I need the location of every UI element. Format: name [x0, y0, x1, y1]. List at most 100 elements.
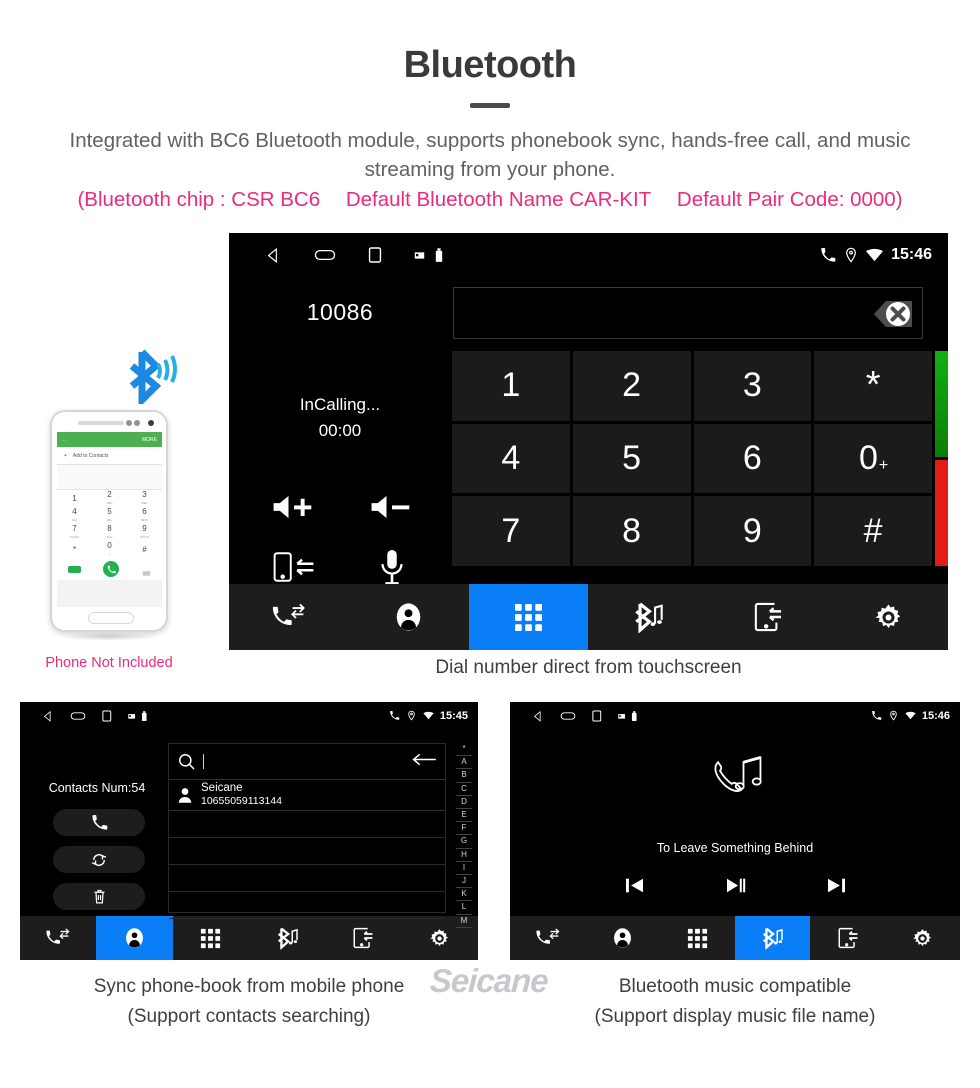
spec-name: Default Bluetooth Name CAR-KIT	[345, 188, 652, 211]
phone-add-label: Add to Contacts	[72, 452, 109, 459]
key-6[interactable]: 6	[693, 423, 812, 494]
alpha-index-item[interactable]: D	[456, 796, 472, 810]
nav-contacts[interactable]	[585, 916, 660, 960]
recents-square-icon[interactable]	[368, 246, 382, 264]
nav-call-log[interactable]	[229, 584, 349, 650]
alpha-index-item[interactable]: J	[456, 875, 472, 889]
list-item[interactable]	[169, 892, 445, 919]
nav-sync[interactable]	[708, 584, 828, 650]
key-label: 4	[501, 438, 521, 477]
key-hash[interactable]: #	[814, 496, 932, 566]
alpha-index-item[interactable]: M	[456, 915, 472, 928]
key-star[interactable]: *	[814, 351, 932, 421]
transfer-audio-button[interactable]	[273, 550, 315, 584]
back-triangle-icon[interactable]	[532, 709, 544, 721]
nav-bt-music[interactable]	[249, 916, 325, 960]
delete-contacts-button[interactable]	[53, 883, 145, 910]
key-7[interactable]: 7	[452, 496, 570, 566]
back-arrow-icon[interactable]	[412, 752, 436, 771]
key-0[interactable]: 0 +	[814, 423, 932, 494]
contact-info: Seicane 10655059113144	[201, 782, 282, 808]
key-9[interactable]: 9	[693, 496, 812, 566]
key-3[interactable]: 3	[693, 351, 812, 421]
volume-up-button[interactable]	[272, 493, 316, 521]
nav-settings[interactable]	[828, 584, 948, 650]
phone-screen: ← MORE + Add to Contacts 1 2 ABC 3 DEF 4 GHI 5 J…	[57, 432, 162, 607]
key-superscript: +	[878, 457, 889, 475]
backspace-delete-icon[interactable]	[844, 292, 918, 336]
alpha-index-item[interactable]: F	[456, 822, 472, 836]
play-pause-button[interactable]	[725, 877, 746, 899]
back-triangle-icon[interactable]	[265, 247, 282, 264]
list-item[interactable]	[169, 811, 445, 838]
nav-keypad[interactable]	[660, 916, 735, 960]
back-triangle-icon[interactable]	[42, 709, 54, 721]
phone-key-digit: 3	[142, 489, 147, 499]
dial-keypad[interactable]: 1 2 3 * 4 5 6 0 + 7 8 9 #	[452, 351, 932, 566]
recents-square-icon[interactable]	[102, 709, 112, 722]
phone-key-digit: 0	[107, 540, 112, 550]
list-item[interactable]	[169, 865, 445, 892]
alpha-index-item[interactable]: L	[456, 901, 472, 915]
volume-down-button[interactable]	[370, 493, 414, 521]
key-4[interactable]: 4	[452, 423, 570, 494]
music-caption-line2: (Support display music file name)	[594, 1006, 876, 1027]
call-button[interactable]	[935, 351, 948, 457]
home-oval-icon[interactable]	[70, 710, 86, 720]
nav-sync[interactable]	[810, 916, 885, 960]
alpha-index-item[interactable]: H	[456, 849, 472, 862]
alpha-index-item[interactable]: *	[456, 743, 472, 757]
nav-bt-music[interactable]	[735, 916, 810, 960]
alpha-index-item[interactable]: G	[456, 835, 472, 849]
nav-call-log[interactable]	[510, 916, 585, 960]
alpha-index-item[interactable]: C	[456, 783, 472, 796]
contact-person-icon	[395, 602, 422, 632]
nav-keypad[interactable]	[173, 916, 249, 960]
bottom-navigation-bar-contacts[interactable]	[20, 916, 478, 960]
nav-call-log[interactable]	[20, 916, 96, 960]
alpha-index-item[interactable]: A	[456, 756, 472, 770]
nav-sync[interactable]	[325, 916, 401, 960]
number-input-field[interactable]	[453, 287, 923, 339]
contact-number: 10655059113144	[201, 795, 282, 807]
phone-front-camera	[148, 420, 154, 426]
bottom-navigation-bar[interactable]	[229, 584, 948, 650]
alpha-index-item[interactable]: I	[456, 862, 472, 876]
phone-key-letters: WXYZ	[140, 534, 149, 539]
nav-contacts[interactable]	[349, 584, 469, 650]
phone-key-#: #	[127, 541, 162, 558]
phone-key-letters: DEF	[141, 500, 148, 505]
key-2[interactable]: 2	[572, 351, 691, 421]
next-track-button[interactable]	[826, 877, 847, 899]
list-item[interactable]	[169, 838, 445, 865]
call-log-icon	[272, 602, 306, 632]
phone-key-letters: TUV	[106, 534, 113, 539]
bottom-navigation-bar-music[interactable]	[510, 916, 960, 960]
phone-not-included-note: Phone Not Included	[45, 655, 173, 671]
home-oval-icon[interactable]	[314, 248, 336, 262]
dial-contact-button[interactable]	[53, 809, 145, 836]
alpha-index-item[interactable]: B	[456, 769, 472, 783]
alpha-index-item[interactable]: K	[456, 888, 472, 902]
search-input-row[interactable]	[169, 744, 445, 780]
phone-key-digit: 7	[72, 523, 77, 533]
nav-bt-music[interactable]	[588, 584, 708, 650]
nav-settings[interactable]	[885, 916, 960, 960]
microphone-icon[interactable]	[379, 549, 405, 585]
list-item[interactable]: Seicane 10655059113144	[169, 780, 445, 811]
hangup-button[interactable]	[935, 460, 948, 566]
nav-contacts[interactable]	[96, 916, 173, 960]
key-1[interactable]: 1	[452, 351, 570, 421]
sync-contacts-button[interactable]	[53, 846, 145, 873]
key-5[interactable]: 5	[572, 423, 691, 494]
nav-keypad[interactable]	[468, 584, 589, 650]
home-oval-icon[interactable]	[560, 710, 576, 720]
alpha-index-item[interactable]: E	[456, 809, 472, 823]
status-bar-indicators-music: 15:46	[870, 702, 950, 729]
phone-key-letters: +	[108, 551, 111, 556]
previous-track-button[interactable]	[624, 877, 645, 899]
recents-square-icon[interactable]	[592, 709, 602, 722]
alphabet-index[interactable]: * A B C D E F G H I J K L M	[456, 743, 472, 928]
dialer-screenshot: 15:46 10086 InCalling... 00:00 1 2 3 * 4…	[229, 233, 948, 650]
key-8[interactable]: 8	[572, 496, 691, 566]
